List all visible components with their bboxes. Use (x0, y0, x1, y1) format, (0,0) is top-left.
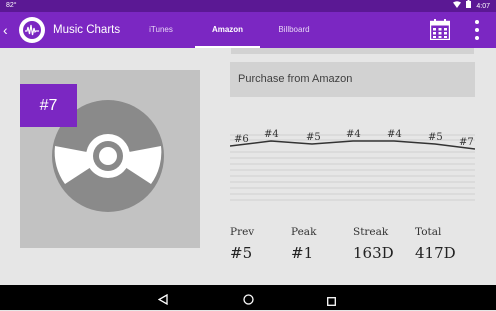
more-vertical-icon[interactable] (473, 20, 481, 40)
stat-peak-label: Peak (291, 226, 317, 238)
history-label-5: #4 (387, 129, 402, 140)
history-label-7: #7 (459, 137, 474, 148)
app-bar: ‹ Music Charts iTunes Amazon Billboard (0, 12, 496, 48)
purchase-button[interactable]: Purchase from Amazon (230, 62, 475, 97)
history-label-6: #5 (428, 132, 443, 143)
stat-total-value: 417D (415, 244, 456, 262)
history-label-4: #4 (346, 129, 361, 140)
nav-home-icon[interactable] (243, 292, 254, 310)
stat-total-label: Total (415, 226, 442, 238)
wifi-icon (453, 0, 462, 13)
tab-amazon-label: Amazon (211, 25, 244, 34)
partial-row (231, 48, 474, 54)
tab-itunes[interactable]: iTunes (130, 12, 192, 48)
nav-recents-icon[interactable] (327, 293, 336, 311)
calendar-icon[interactable] (429, 19, 451, 41)
stat-peak-value: #1 (291, 244, 314, 262)
music-cd-logo-icon (19, 17, 45, 43)
rank-badge: #7 (20, 84, 77, 127)
temperature-text: 82° (6, 2, 17, 9)
back-button[interactable]: ‹ (3, 21, 8, 39)
system-nav-bar (0, 285, 496, 310)
history-label-2: #4 (264, 129, 279, 140)
status-bar: 82° 4:07 (0, 0, 496, 12)
purchase-label: Purchase from Amazon (238, 73, 353, 85)
tab-itunes-label: iTunes (149, 25, 173, 34)
history-label-3: #5 (306, 132, 321, 143)
tab-billboard[interactable]: Billboard (260, 12, 328, 48)
nav-back-icon[interactable] (157, 292, 168, 310)
tab-amazon[interactable]: Amazon (195, 12, 260, 48)
stat-streak-label: Streak (353, 226, 389, 238)
history-label-1: #6 (234, 134, 249, 145)
stat-prev-label: Prev (230, 226, 255, 238)
clock-text: 4:07 (476, 2, 490, 10)
chart-history-graph: #6 #4 #5 #4 #4 #5 #7 (230, 129, 475, 201)
stat-prev-value: #5 (230, 244, 253, 262)
tab-billboard-label: Billboard (278, 25, 310, 34)
app-title: Music Charts (53, 24, 121, 36)
stat-streak-value: 163D (353, 244, 394, 262)
